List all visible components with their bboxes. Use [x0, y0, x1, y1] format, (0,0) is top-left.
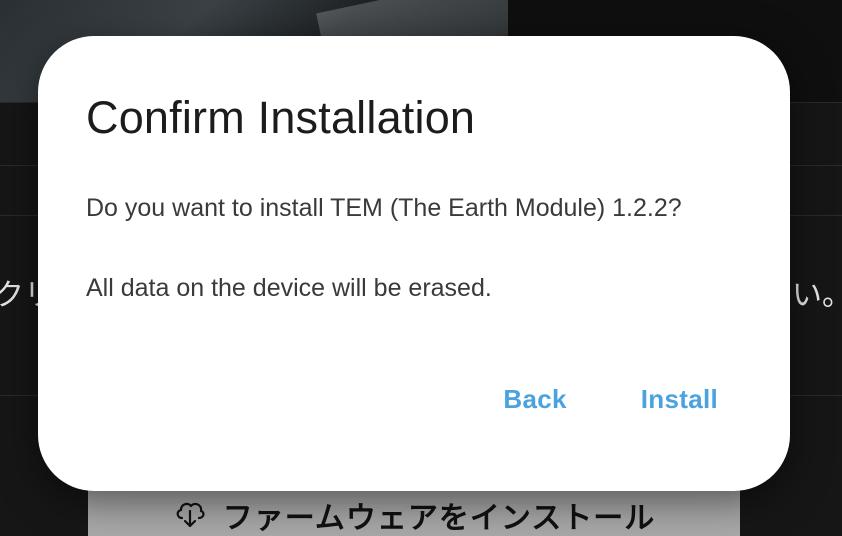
back-button[interactable]: Back: [503, 384, 566, 415]
dialog-title: Confirm Installation: [86, 92, 476, 143]
install-button[interactable]: Install: [641, 384, 718, 415]
dialog-message: Do you want to install TEM (The Earth Mo…: [86, 194, 682, 222]
dialog-warning: All data on the device will be erased.: [86, 274, 492, 302]
install-firmware-button: ファームウェアをインストール: [88, 488, 740, 536]
confirm-install-dialog: Confirm Installation Do you want to inst…: [38, 36, 790, 491]
background-text-fragment: い。: [792, 278, 842, 313]
dialog-actions: Back Install: [503, 384, 718, 415]
cloud-download-icon: [173, 496, 207, 530]
install-firmware-label: ファームウェアをインストール: [222, 501, 656, 536]
screen: クリ い。 ファームウェアをインストール Confirm Installatio…: [0, 0, 842, 536]
